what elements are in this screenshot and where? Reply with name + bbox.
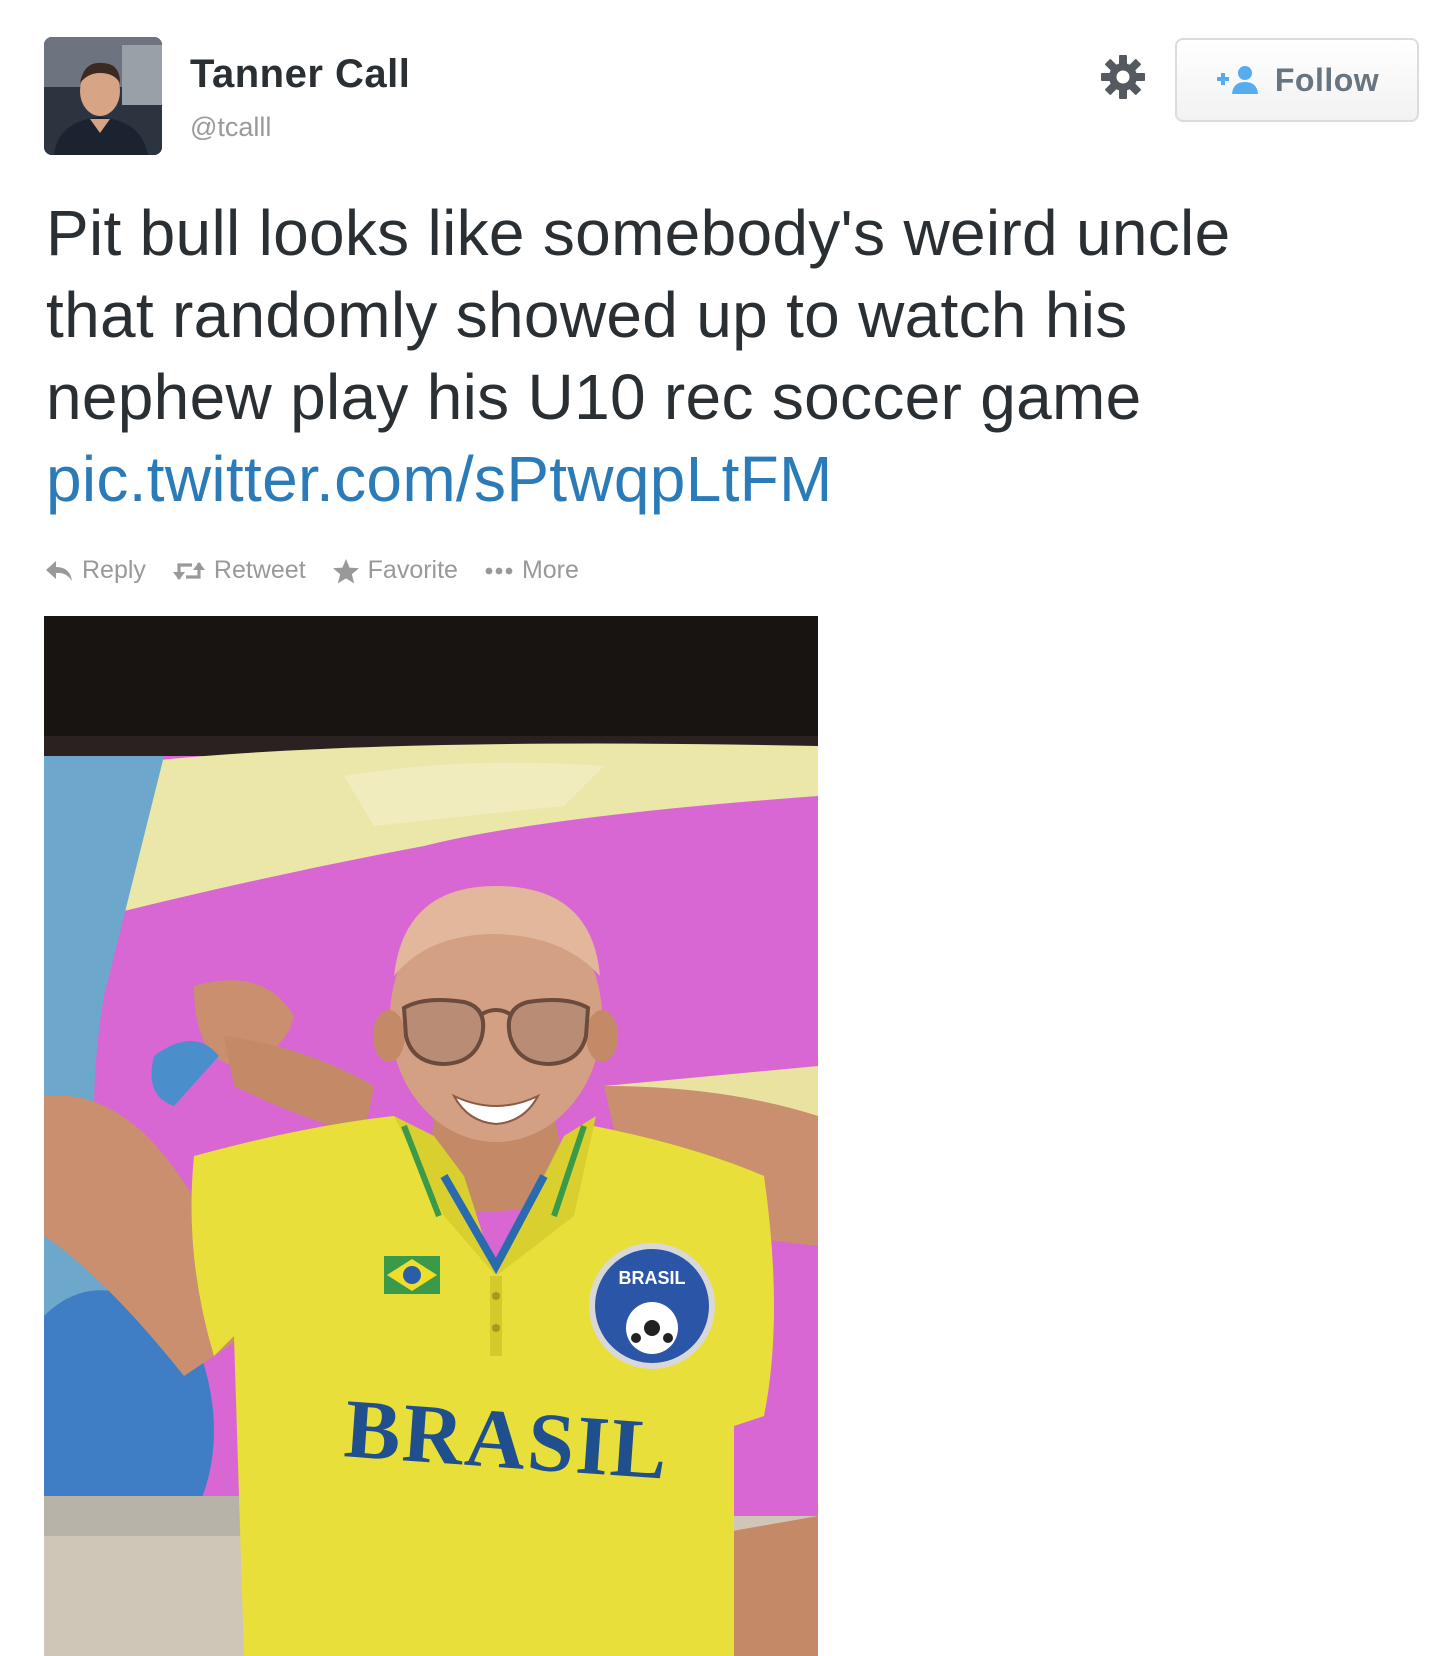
photo-illustration: BRASIL BRASIL [44,616,818,1656]
user-handle[interactable]: @tcalll [190,112,271,143]
badge-text: BRASIL [619,1268,686,1288]
tweet-text: Pit bull looks like somebody's weird unc… [46,192,1416,520]
tweet-actions: Reply Retweet Favorite More [44,556,605,585]
user-avatar[interactable] [44,37,162,155]
reply-arrow-icon [46,560,72,581]
reply-label: Reply [82,556,146,584]
tweet-text-line: that randomly showed up to watch his [46,279,1128,351]
ellipsis-icon [485,567,513,574]
favorite-button[interactable]: Favorite [332,556,458,585]
retweet-icon [172,561,205,580]
more-button[interactable]: More [484,556,579,585]
avatar-image [44,37,162,155]
gear-icon[interactable] [1100,54,1146,100]
reply-button[interactable]: Reply [44,556,146,585]
tweet-text-line: Pit bull looks like somebody's weird unc… [46,197,1231,269]
follow-label: Follow [1274,61,1380,98]
tweet-text-line: nephew play his U10 rec soccer game [46,361,1142,433]
favorite-label: Favorite [367,556,458,584]
tweet-media-link[interactable]: pic.twitter.com/sPtwqpLtFM [46,443,833,515]
more-label: More [521,556,579,584]
retweet-button[interactable]: Retweet [172,556,306,585]
retweet-label: Retweet [213,556,306,584]
user-display-name[interactable]: Tanner Call [190,52,410,97]
follow-button[interactable]: Follow [1175,38,1419,122]
tweet-photo[interactable]: BRASIL BRASIL [44,616,818,1656]
star-icon [332,558,359,583]
add-user-icon [1215,64,1261,96]
